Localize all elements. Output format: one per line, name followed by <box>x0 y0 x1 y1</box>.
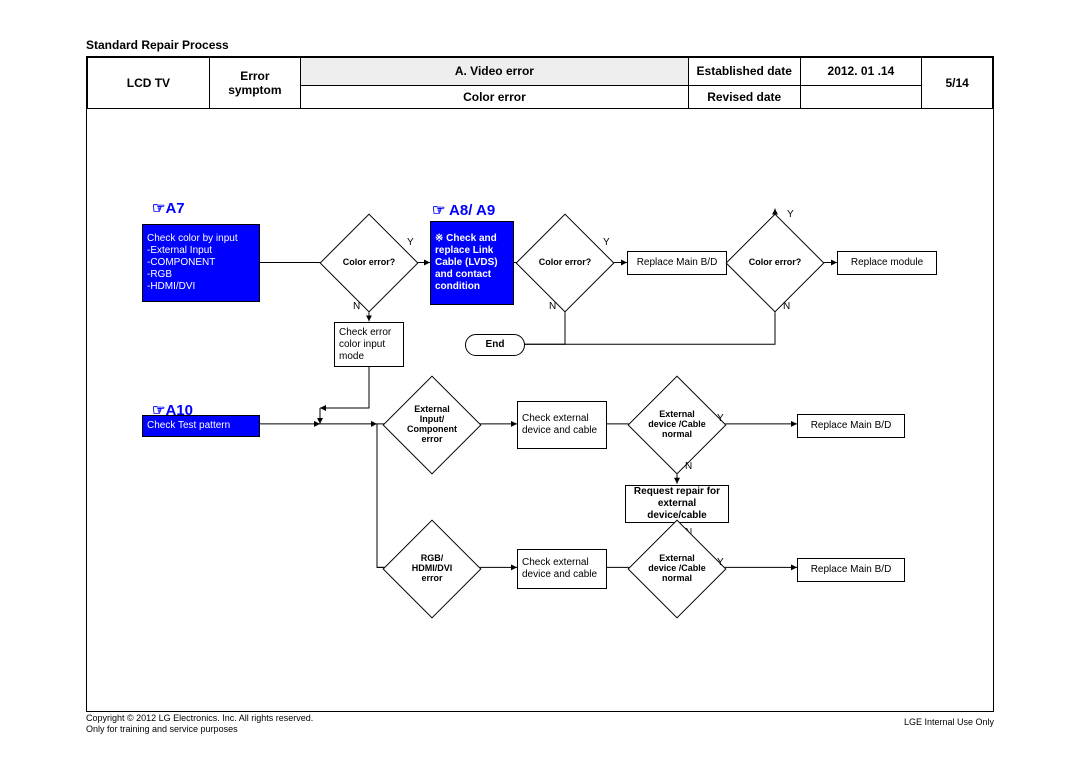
revised-label: Revised date <box>688 85 800 108</box>
section-a8-a9: ☞ A8/ A9 <box>432 201 495 219</box>
end-node: End <box>465 334 525 356</box>
replace-main-bd-1: Replace Main B/D <box>627 251 727 275</box>
document-frame: LCD TV Error symptom A. Video error Esta… <box>86 56 994 712</box>
y-label: Y <box>407 237 414 248</box>
check-external-2: Check external device and cable <box>517 549 607 589</box>
decision-color-error-1: Color error? <box>334 228 404 298</box>
n-label: N <box>685 461 692 472</box>
n-label: N <box>549 301 556 312</box>
flowchart-area: ☞A7 ☞ A8/ A9 ☞A10 Check color by input -… <box>87 109 993 691</box>
y-label: Y <box>717 413 724 424</box>
decision-rgb-hdmi: RGB/ HDMI/DVI error <box>397 534 467 604</box>
product-cell: LCD TV <box>88 58 210 109</box>
revised-value <box>800 85 922 108</box>
request-repair: Request repair for external device/cable <box>625 485 729 523</box>
established-label: Established date <box>688 58 800 86</box>
established-value: 2012. 01 .14 <box>800 58 922 86</box>
y-label: Y <box>603 237 610 248</box>
replace-main-bd-2: Replace Main B/D <box>797 414 905 438</box>
decision-color-error-2: Color error? <box>530 228 600 298</box>
n-label: N <box>783 301 790 312</box>
section-a7: ☞A7 <box>152 199 185 217</box>
decision-color-error-3: Color error? <box>740 228 810 298</box>
footer-right: LGE Internal Use Only <box>904 717 994 727</box>
check-external-1: Check external device and cable <box>517 401 607 449</box>
decision-ext-normal-2: External device /Cable normal <box>642 534 712 604</box>
y-label: Y <box>787 209 794 220</box>
main-title: A. Video error <box>300 58 688 86</box>
action-check-lvds: ※ Check and replace Link Cable (LVDS) an… <box>430 221 514 305</box>
sub-title: Color error <box>300 85 688 108</box>
replace-module: Replace module <box>837 251 937 275</box>
error-symptom-label: Error symptom <box>209 58 300 109</box>
n-label: N <box>353 301 360 312</box>
start-check-test-pattern: Check Test pattern <box>142 415 260 437</box>
page-number: 5/14 <box>922 58 993 109</box>
replace-main-bd-3: Replace Main B/D <box>797 558 905 582</box>
decision-external-component: External Input/ Component error <box>397 390 467 460</box>
connectors <box>87 109 993 691</box>
doc-title: Standard Repair Process <box>86 38 229 52</box>
check-error-color-mode: Check error color input mode <box>334 322 404 367</box>
decision-ext-normal-1: External device /Cable normal <box>642 390 712 460</box>
page: Standard Repair Process LCD TV Error sym… <box>0 0 1080 763</box>
start-check-color: Check color by input -External Input -CO… <box>142 224 260 302</box>
y-label: Y <box>717 557 724 568</box>
header-table: LCD TV Error symptom A. Video error Esta… <box>87 57 993 109</box>
footer-left: Copyright © 2012 LG Electronics. Inc. Al… <box>86 713 313 735</box>
